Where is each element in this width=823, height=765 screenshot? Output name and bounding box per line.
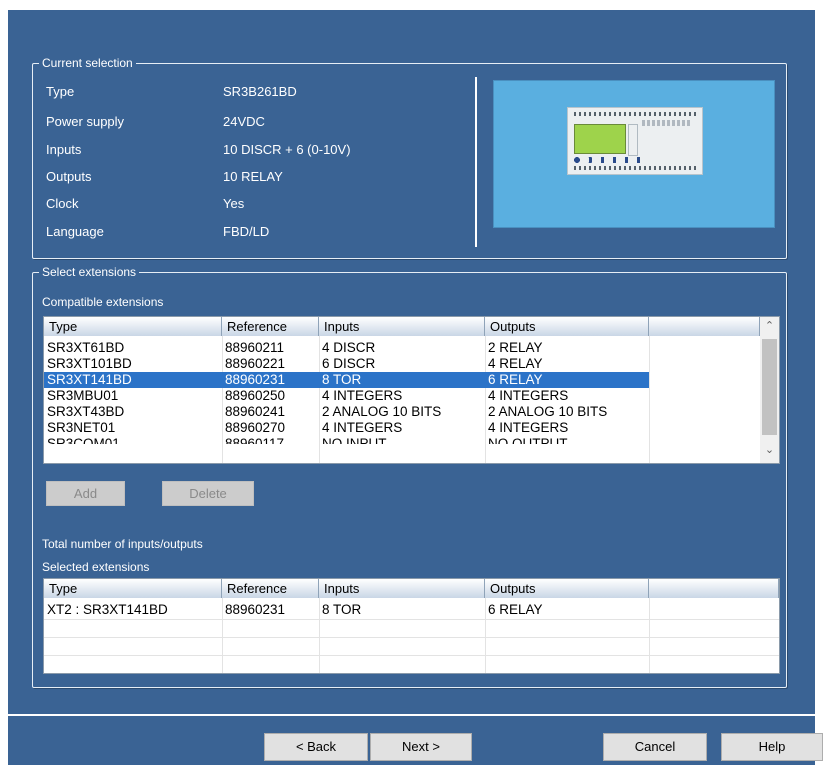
cell-outputs: 2 RELAY: [488, 340, 543, 355]
column-header-extra[interactable]: [649, 579, 779, 598]
cell-inputs: 2 ANALOG 10 BITS: [322, 404, 442, 419]
cell-reference: 88960221: [225, 356, 286, 371]
column-header-inputs[interactable]: Inputs: [319, 579, 485, 598]
scrollbar-thumb[interactable]: [762, 339, 777, 435]
current-selection-group: Current selection Type SR3B261BD Power s…: [32, 55, 787, 259]
add-button[interactable]: Add: [46, 481, 125, 506]
power-supply-label: Power supply: [46, 114, 125, 129]
cell-reference: 88960231: [222, 372, 319, 388]
cell-inputs: NO INPUT: [322, 436, 387, 444]
cell-type: SR3XT141BD: [44, 372, 222, 388]
extension-wizard-dialog: Current selection Type SR3B261BD Power s…: [8, 10, 823, 765]
table-row-selected[interactable]: SR3XT141BD 88960231 8 TOR 6 RELAY: [44, 372, 760, 388]
table-row[interactable]: SR3XT101BD 88960221 6 DISCR 4 RELAY: [44, 356, 760, 372]
cell-reference: 88960270: [225, 420, 286, 435]
inputs-value: 10 DISCR + 6 (0-10V): [223, 142, 351, 157]
column-header-reference[interactable]: Reference: [222, 317, 319, 336]
inputs-label: Inputs: [46, 142, 82, 157]
outputs-value: 10 RELAY: [223, 169, 283, 184]
selected-table-row[interactable]: XT2 : SR3XT141BD 88960231 8 TOR 6 RELAY: [44, 602, 779, 618]
clock-label: Clock: [46, 196, 79, 211]
table-row[interactable]: SR3NET01 88960270 4 INTEGERS 4 INTEGERS: [44, 420, 760, 436]
total-io-label: Total number of inputs/outputs: [42, 537, 203, 551]
cell-outputs: 4 RELAY: [488, 356, 543, 371]
cell-type: SR3NET01: [47, 420, 116, 435]
compatible-table-header: Type Reference Inputs Outputs: [44, 317, 760, 336]
table-row[interactable]: SR3XT43BD 88960241 2 ANALOG 10 BITS 2 AN…: [44, 404, 760, 420]
table-row[interactable]: SR3MBU01 88960250 4 INTEGERS 4 INTEGERS: [44, 388, 760, 404]
cell-outputs: 2 ANALOG 10 BITS: [488, 404, 608, 419]
cell-reference: 88960241: [225, 404, 286, 419]
language-label: Language: [46, 224, 104, 239]
cell-type: SR3XT43BD: [47, 404, 125, 419]
compatible-extensions-table[interactable]: Type Reference Inputs Outputs SR3XT61BD …: [43, 316, 780, 464]
cell-inputs: 4 INTEGERS: [322, 420, 403, 435]
cell-type: SR3MBU01: [47, 388, 119, 403]
delete-button[interactable]: Delete: [162, 481, 254, 506]
cell-reference: 88960211: [225, 340, 285, 355]
column-header-type[interactable]: Type: [44, 579, 222, 598]
cell-inputs: 4 DISCR: [322, 340, 376, 355]
cell-type: SR3COM01: [47, 436, 120, 444]
compatible-extensions-label: Compatible extensions: [42, 295, 164, 309]
column-header-type[interactable]: Type: [44, 317, 222, 336]
column-header-outputs[interactable]: Outputs: [485, 579, 649, 598]
scroll-down-icon[interactable]: ⌄: [760, 441, 779, 460]
product-image: [493, 80, 775, 228]
next-button[interactable]: Next >: [370, 733, 472, 761]
column-header-outputs[interactable]: Outputs: [485, 317, 649, 336]
table-row-partial[interactable]: SR3COM01 88960117 NO INPUT NO OUTPUT: [44, 436, 760, 444]
cell-outputs: NO OUTPUT: [488, 436, 568, 444]
selected-extensions-table[interactable]: Type Reference Inputs Outputs XT2 : SR3X…: [43, 578, 780, 674]
cell-inputs: 6 DISCR: [322, 356, 376, 371]
power-supply-value: 24VDC: [223, 114, 265, 129]
cell-inputs: 8 TOR: [322, 602, 362, 617]
cell-type: SR3XT61BD: [47, 340, 125, 355]
type-value: SR3B261BD: [223, 84, 297, 99]
cancel-button[interactable]: Cancel: [603, 733, 707, 761]
plc-lcd-screen: [574, 124, 626, 154]
select-extensions-title: Select extensions: [39, 264, 140, 280]
cell-outputs: 6 RELAY: [488, 602, 543, 617]
cell-reference: 88960231: [225, 602, 286, 617]
help-button[interactable]: Help: [721, 733, 823, 761]
plc-module-illustration: [567, 107, 703, 175]
scroll-up-icon[interactable]: ⌃: [760, 317, 779, 336]
outputs-label: Outputs: [46, 169, 92, 184]
clock-value: Yes: [223, 196, 245, 211]
selected-table-header: Type Reference Inputs Outputs: [44, 579, 779, 598]
language-value: FBD/LD: [223, 224, 270, 239]
column-header-extra[interactable]: [649, 317, 760, 336]
back-button[interactable]: < Back: [264, 733, 368, 761]
selected-extensions-label: Selected extensions: [42, 560, 150, 574]
column-header-inputs[interactable]: Inputs: [319, 317, 485, 336]
selection-divider: [475, 77, 477, 247]
compatible-table-scrollbar[interactable]: ⌃ ⌄: [760, 317, 779, 463]
select-extensions-group: Select extensions Compatible extensions …: [32, 264, 787, 688]
footer-separator: [8, 714, 815, 716]
table-row[interactable]: SR3XT61BD 88960211 4 DISCR 2 RELAY: [44, 340, 760, 356]
cell-outputs: 4 INTEGERS: [488, 420, 569, 435]
type-label: Type: [46, 84, 75, 99]
cell-reference: 88960250: [225, 388, 286, 403]
cell-inputs: 8 TOR: [319, 372, 485, 388]
cell-outputs: 4 INTEGERS: [488, 388, 569, 403]
column-header-reference[interactable]: Reference: [222, 579, 319, 598]
cell-inputs: 4 INTEGERS: [322, 388, 403, 403]
cell-outputs: 6 RELAY: [485, 372, 649, 388]
cell-type: XT2 : SR3XT141BD: [47, 602, 168, 617]
current-selection-title: Current selection: [39, 55, 136, 71]
cell-type: SR3XT101BD: [47, 356, 132, 371]
cell-reference: 88960117: [225, 436, 285, 444]
